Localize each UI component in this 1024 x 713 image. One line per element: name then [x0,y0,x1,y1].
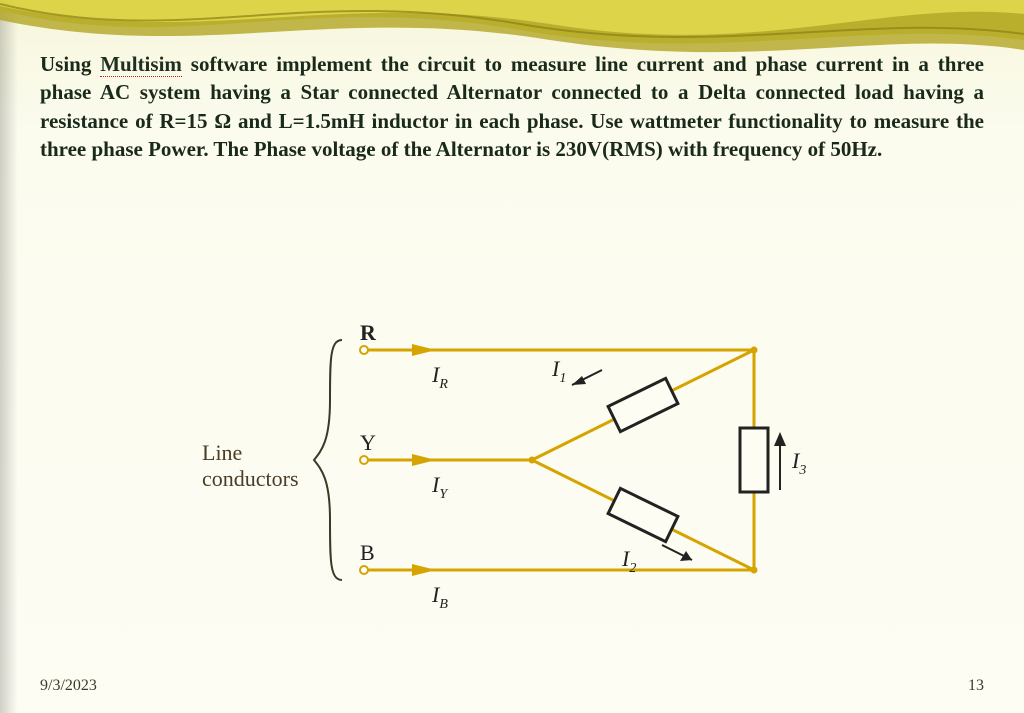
circuit-diagram: Line conductors [40,320,984,670]
question-text: Using Multisim software implement the ci… [40,50,984,163]
terminal-B-label: B [360,540,375,565]
terminal-R-label: R [360,320,377,345]
page-edge-shadow [0,0,18,713]
current-IY-label: IY [431,472,449,502]
prompt-multisim: Multisim [100,52,182,77]
terminal-Y-label: Y [360,430,376,455]
line-conductors-label: Line conductors [202,440,299,493]
line-label-2: conductors [202,466,299,491]
current-I3-label: I3 [791,448,806,478]
current-IB-label: IB [431,582,448,612]
footer-page-number: 13 [968,677,984,695]
prompt-part-2: software implement the circuit to measur… [40,52,984,161]
current-I1-label: I1 [551,356,566,386]
line-label-1: Line [202,440,242,465]
footer-date: 9/3/2023 [40,677,97,695]
current-IR-label: IR [431,362,448,392]
prompt-part-1: Using [40,52,100,76]
